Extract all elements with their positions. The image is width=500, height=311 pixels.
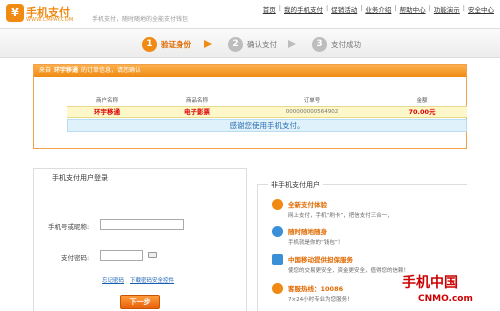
step-label: 验证身份 (161, 39, 191, 49)
step-bar: 1 验证身份 2 确认支付 3 支付成功 (0, 28, 500, 58)
step-number: 2 (228, 36, 243, 52)
order-header-suffix: 的订单信息，请您确认 (81, 67, 142, 74)
feature-title: 客服热线：10086 (288, 285, 344, 293)
order-header-merchant: 环宇移通 (54, 67, 79, 74)
step-number: 3 (312, 36, 327, 52)
hotline-icon (272, 283, 283, 294)
step-confirm-payment: 2 确认支付 (228, 35, 277, 53)
login-title: 手机支付用户登录 (50, 173, 110, 183)
phone-label: 手机号或昵称: (48, 223, 90, 231)
step-payment-success: 3 支付成功 (312, 35, 361, 53)
order-header-prefix: 来自 (39, 67, 52, 74)
nav-my-account[interactable]: 我的手机支付 (284, 4, 323, 14)
nav-demo[interactable]: 功能演示 (434, 4, 460, 14)
amount-cell: 70.00元 (408, 108, 436, 116)
step-arrow-icon (288, 40, 296, 48)
column-header: 订单号 (303, 98, 321, 104)
top-nav: 首页 | 我的手机支付 | 促销活动 | 业务介绍 | 帮助中心 | 功能演示 | 安全中心 (262, 4, 494, 14)
next-button[interactable]: 下一步 (120, 295, 160, 309)
feature-title: 全新支付体验 (288, 201, 327, 209)
watermark-url: CNMO.com (418, 294, 473, 304)
shield-icon (272, 254, 283, 265)
feature-item: 随时随地随身 手机就是你的“钱包”！ (272, 226, 344, 246)
tagline: 手机支付，随时随地的全能支付钱包 (92, 16, 189, 23)
logo-url: WWW.CMPAY.COM (26, 17, 74, 23)
nav-business[interactable]: 业务介绍 (365, 4, 391, 14)
nav-help[interactable]: 帮助中心 (400, 4, 426, 14)
phone-input[interactable] (100, 219, 184, 230)
column-header: 商户名称 (95, 98, 118, 104)
step-label: 支付成功 (331, 39, 361, 49)
feature-desc: 网上支付，手机“刷卡”，把信支付三合一， (288, 213, 393, 219)
forgot-password-link[interactable]: 忘记密码 (102, 276, 124, 284)
merchant-cell: 环宇移通 (94, 108, 120, 116)
table-row: 环宇移通 电子影票 000000000564902 70.00元 (67, 106, 467, 118)
feature-item: 全新支付体验 网上支付，手机“刷卡”，把信支付三合一， (272, 199, 393, 219)
non-user-title: 非手机支付用户 (268, 180, 323, 190)
nav-promotions[interactable]: 促销活动 (331, 4, 357, 14)
table-header: 商户名称 商品名称 订单号 金额 (67, 96, 467, 106)
nav-security[interactable]: 安全中心 (468, 4, 494, 14)
thanks-message: 感谢您使用手机支付。 (67, 119, 467, 132)
password-label: 支付密码: (61, 254, 90, 262)
step-number: 1 (142, 36, 157, 52)
column-header: 金额 (416, 98, 428, 104)
anywhere-icon (272, 226, 283, 237)
feature-desc: 使您的交易更安全，资金更安全，值得您的信赖！ (288, 268, 410, 274)
feature-desc: 7×24小时专业为您服务！ (288, 297, 353, 303)
download-security-control-link[interactable]: 下载密码安全控件 (130, 276, 174, 284)
logo[interactable]: ¥ 手机支付 WWW.CMPAY.COM (6, 4, 86, 24)
feature-desc: 手机就是你的“钱包”！ (288, 240, 344, 246)
header: ¥ 手机支付 WWW.CMPAY.COM 手机支付，随时随地的全能支付钱包 首页… (0, 0, 500, 28)
order-table: 商户名称 商品名称 订单号 金额 环宇移通 电子影票 0000000005649… (67, 96, 467, 132)
product-cell: 电子影票 (184, 108, 210, 116)
order-number-cell: 000000000564902 (285, 109, 339, 115)
keyboard-icon[interactable] (148, 252, 157, 258)
feature-title: 随时随地随身 (288, 228, 327, 236)
step-label: 确认支付 (247, 39, 277, 49)
feature-title: 中国移动提供担保服务 (288, 256, 353, 264)
login-panel: 手机支付用户登录 手机号或昵称: 支付密码: 忘记密码 下载密码安全控件 下一步 (33, 168, 247, 311)
feature-item: 中国移动提供担保服务 使您的交易更安全，资金更安全，值得您的信赖！ (272, 254, 410, 274)
password-input[interactable] (100, 250, 143, 261)
feature-item: 客服热线：10086 7×24小时专业为您服务！ (272, 283, 353, 303)
logo-icon: ¥ (6, 4, 24, 22)
nav-home[interactable]: 首页 (263, 4, 276, 14)
step-arrow-icon (204, 40, 212, 48)
step-verify-identity: 1 验证身份 (142, 35, 191, 53)
new-experience-icon (272, 199, 283, 210)
order-header: 来自 环宇移通 的订单信息，请您确认 (34, 65, 466, 77)
column-header: 商品名称 (185, 98, 208, 104)
order-info-box: 来自 环宇移通 的订单信息，请您确认 商户名称 商品名称 订单号 金额 环宇移通 电… (33, 64, 467, 149)
cnmo-watermark: 手机中国 CNMO.com (396, 270, 500, 311)
watermark-name: 手机中国 (402, 275, 458, 291)
